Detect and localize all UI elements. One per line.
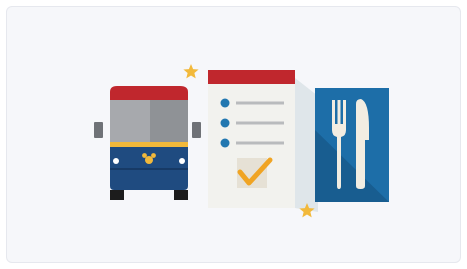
fork-knife-icon: [315, 88, 389, 202]
planning-illustration: [94, 64, 389, 218]
star-icon: [183, 64, 199, 79]
bus-icon: [94, 86, 201, 200]
checklist-icon: [208, 70, 318, 212]
